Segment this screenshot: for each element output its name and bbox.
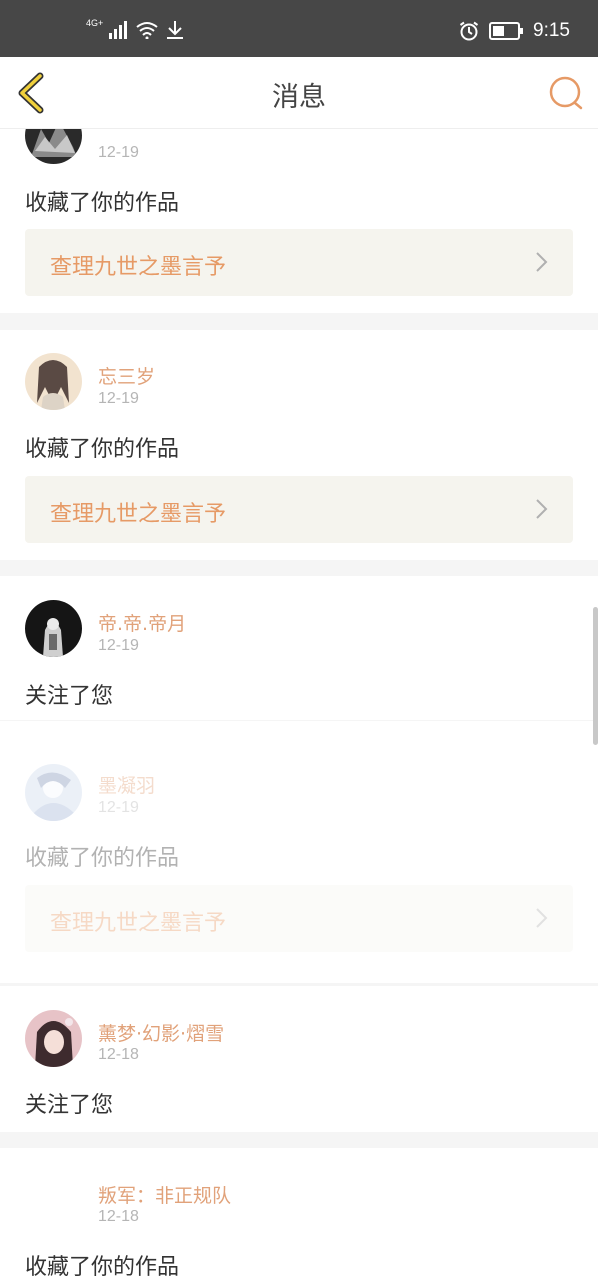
username[interactable]: 帝.帝.帝月 xyxy=(98,609,186,636)
avatar[interactable] xyxy=(25,600,82,657)
list-item[interactable]: ware 12-19 收藏了你的作品 查理九世之墨言予 xyxy=(0,129,598,313)
avatar[interactable] xyxy=(25,1172,82,1229)
wifi-icon xyxy=(136,22,158,39)
list-item[interactable]: 帝.帝.帝月 12-19 关注了您 xyxy=(0,576,598,720)
alarm-icon xyxy=(459,21,479,41)
page-title: 消息 xyxy=(272,82,326,113)
action-text: 关注了您 xyxy=(25,684,114,709)
avatar[interactable] xyxy=(25,1010,82,1067)
status-left: 4G+ xyxy=(86,18,185,40)
chevron-right-icon xyxy=(536,908,548,928)
signal-icon xyxy=(109,21,128,39)
action-text: 关注了您 xyxy=(25,1093,114,1118)
action-text: 收藏了你的作品 xyxy=(25,1255,180,1280)
list-item[interactable]: 叛军：非正规队 12-18 收藏了你的作品 xyxy=(0,1148,598,1280)
message-date: 12-19 xyxy=(98,144,139,161)
list-item[interactable]: 墨凝羽 12-19 收藏了你的作品 查理九世之墨言予 xyxy=(0,721,598,983)
message-list[interactable]: ware 12-19 收藏了你的作品 查理九世之墨言予 忘三岁 xyxy=(0,129,598,1280)
status-bar: 4G+ 9:15 xyxy=(0,0,598,57)
clock: 9:15 xyxy=(533,20,570,41)
message-date: 12-19 xyxy=(98,637,139,654)
message-date: 12-19 xyxy=(98,799,139,816)
username[interactable]: 叛军：非正规队 xyxy=(98,1181,231,1208)
list-item[interactable]: 薰梦·幻影·熠雪 12-18 关注了您 xyxy=(0,986,598,1132)
scrollbar[interactable] xyxy=(593,607,598,745)
username[interactable]: ware xyxy=(98,129,144,131)
battery-icon xyxy=(489,22,524,40)
list-item[interactable]: 忘三岁 12-19 收藏了你的作品 查理九世之墨言予 xyxy=(0,330,598,560)
avatar[interactable] xyxy=(25,353,82,410)
chevron-right-icon xyxy=(536,252,548,272)
network-type: 4G+ xyxy=(86,18,104,28)
work-link[interactable]: 查理九世之墨言予 xyxy=(25,229,573,296)
chevron-right-icon xyxy=(536,499,548,519)
username[interactable]: 墨凝羽 xyxy=(98,771,155,798)
action-text: 收藏了你的作品 xyxy=(25,846,180,871)
status-right: 9:15 xyxy=(459,20,570,42)
search-icon[interactable] xyxy=(548,75,584,111)
work-title: 查理九世之墨言予 xyxy=(50,502,227,527)
message-date: 12-18 xyxy=(98,1046,139,1063)
username[interactable]: 忘三岁 xyxy=(98,362,155,389)
app-header: 消息 xyxy=(0,57,598,129)
work-title: 查理九世之墨言予 xyxy=(50,911,227,936)
action-text: 收藏了你的作品 xyxy=(25,191,180,216)
avatar[interactable] xyxy=(25,764,82,821)
work-title: 查理九世之墨言予 xyxy=(50,255,227,280)
avatar[interactable] xyxy=(25,129,82,164)
action-text: 收藏了你的作品 xyxy=(25,437,180,462)
username[interactable]: 薰梦·幻影·熠雪 xyxy=(98,1019,224,1046)
work-link[interactable]: 查理九世之墨言予 xyxy=(25,885,573,952)
work-link[interactable]: 查理九世之墨言予 xyxy=(25,476,573,543)
message-date: 12-19 xyxy=(98,390,139,407)
message-date: 12-18 xyxy=(98,1208,139,1225)
download-icon xyxy=(167,21,184,39)
